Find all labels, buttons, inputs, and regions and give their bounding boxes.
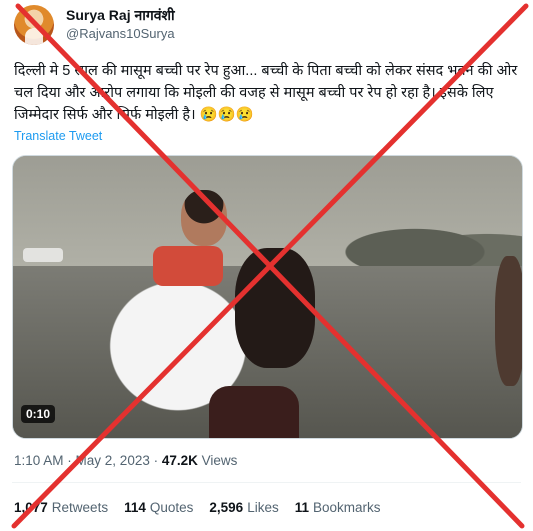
meta-separator: · bbox=[67, 453, 76, 468]
views-label: Views bbox=[201, 453, 238, 468]
views-count: 47.2K bbox=[161, 453, 198, 468]
avatar[interactable] bbox=[14, 5, 54, 45]
bookmarks-count: 11 bbox=[294, 500, 309, 515]
author-handle[interactable]: @Rajvans10Surya bbox=[66, 26, 175, 41]
video-frame-hair bbox=[235, 248, 315, 368]
video-frame-head bbox=[181, 190, 227, 246]
translate-tweet-link[interactable]: Translate Tweet bbox=[14, 129, 102, 143]
retweets-stat[interactable]: 1,077 Retweets bbox=[14, 500, 108, 515]
video-player[interactable]: 0:10 bbox=[12, 155, 523, 439]
meta-separator: · bbox=[153, 453, 162, 468]
tweet-text: दिल्ली मे 5 साल की मासूम बच्ची पर रेप हु… bbox=[14, 63, 518, 123]
likes-stat[interactable]: 2,596 Likes bbox=[209, 500, 278, 515]
video-frame-background-figure bbox=[495, 256, 522, 386]
likes-label: Likes bbox=[247, 500, 279, 515]
engagement-stats: 1,077 Retweets 114 Quotes 2,596 Likes 11 Boo… bbox=[14, 500, 381, 515]
retweets-label: Retweets bbox=[51, 500, 109, 515]
quotes-count: 114 bbox=[124, 500, 146, 515]
divider bbox=[12, 482, 521, 483]
likes-count: 2,596 bbox=[209, 500, 244, 515]
quotes-label: Quotes bbox=[149, 500, 194, 515]
video-frame-skirt bbox=[209, 386, 299, 438]
author-display-name[interactable]: Surya Raj नागवंशी bbox=[66, 6, 175, 25]
bookmarks-stat[interactable]: 11 Bookmarks bbox=[295, 500, 381, 515]
tweet-time[interactable]: 1:10 AM bbox=[14, 453, 64, 468]
video-duration-badge: 0:10 bbox=[21, 405, 56, 423]
tweet-meta: 1:10 AM · May 2, 2023 · 47.2K Views bbox=[14, 453, 237, 468]
video-frame-person-red-scarf bbox=[153, 246, 223, 286]
retweets-count: 1,077 bbox=[14, 500, 48, 515]
quotes-stat[interactable]: 114 Quotes bbox=[124, 500, 193, 515]
tweet-date[interactable]: May 2, 2023 bbox=[76, 453, 150, 468]
video-frame-car bbox=[23, 248, 63, 262]
bookmarks-label: Bookmarks bbox=[312, 500, 381, 515]
